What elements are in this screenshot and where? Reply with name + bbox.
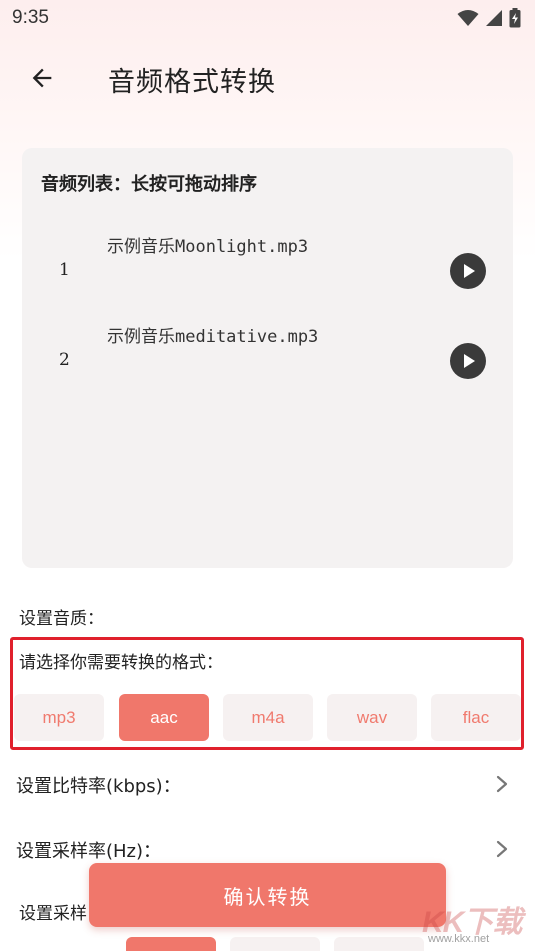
chevron-right-icon [496,840,508,858]
audio-item-name: 示例音乐Moonlight.mp3 [107,237,309,257]
status-time: 9:35 [12,7,49,28]
partial-option-button[interactable] [334,937,424,951]
battery-icon [509,8,521,28]
back-button[interactable] [22,58,62,98]
quality-label: 设置音质： [19,609,104,629]
signal-icon [486,10,502,26]
bitrate-setting-row[interactable]: 设置比特率(kbps)： [0,762,535,806]
format-option-mp3[interactable]: mp3 [14,694,104,741]
watermark-url: www.kkx.net [428,933,490,945]
samplerate-label: 设置采样率(Hz)： [16,841,162,862]
play-button[interactable] [450,343,486,379]
audio-item-index: 1 [59,260,70,280]
partial-option-button[interactable] [126,937,216,951]
confirm-convert-button[interactable]: 确认转换 [89,863,446,927]
audio-list-item[interactable]: 1 示例音乐Moonlight.mp3 [22,232,513,302]
audio-list-card: 音频列表：长按可拖动排序 1 示例音乐Moonlight.mp3 2 示例音乐m… [22,148,513,568]
format-option-aac[interactable]: aac [119,694,209,741]
format-option-m4a[interactable]: m4a [223,694,313,741]
watermark-logo: KK下载 www.kkx.net [418,893,530,949]
app-bar: 音频格式转换 [0,50,535,108]
audio-item-name: 示例音乐meditative.mp3 [107,327,319,347]
bitrate-label: 设置比特率(kbps)： [16,776,181,797]
audio-list-item[interactable]: 2 示例音乐meditative.mp3 [22,322,513,392]
format-options: mp3 aac m4a wav flac [14,694,521,742]
format-option-flac[interactable]: flac [431,694,521,741]
status-bar: 9:35 [0,0,535,36]
page-title: 音频格式转换 [108,67,276,98]
chevron-right-icon [496,775,508,793]
partial-option-button[interactable] [230,937,320,951]
format-label: 请选择你需要转换的格式： [19,653,223,673]
audio-list-title: 音频列表：长按可拖动排序 [41,174,257,195]
arrow-back-icon [32,68,52,88]
wifi-icon [457,10,479,26]
status-icons [457,8,521,28]
format-option-wav[interactable]: wav [327,694,417,741]
audio-item-index: 2 [59,350,70,370]
partial-setting-label: 设置采样 [19,904,87,924]
play-button[interactable] [450,253,486,289]
